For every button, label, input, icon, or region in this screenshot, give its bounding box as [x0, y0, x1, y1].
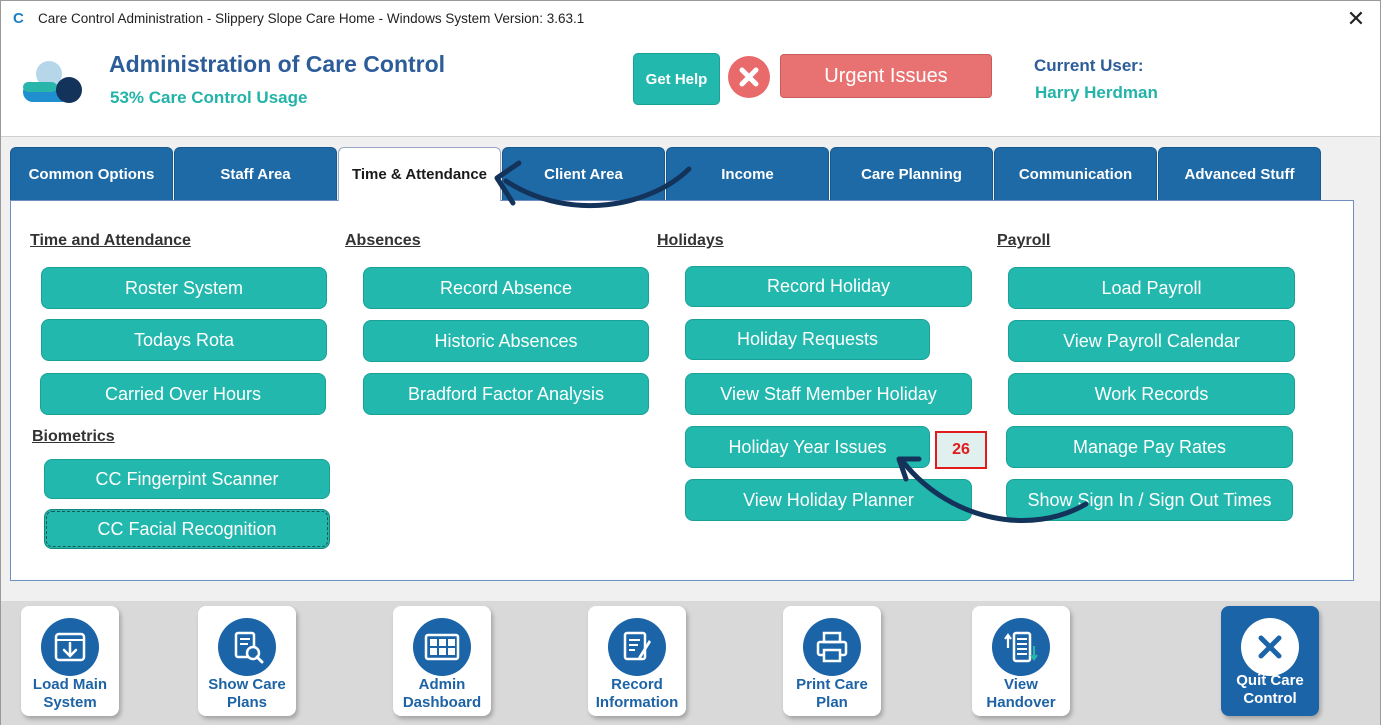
edit-document-icon — [608, 618, 666, 676]
manage-pay-rates-button[interactable]: Manage Pay Rates — [1006, 426, 1293, 468]
sign-in-out-times-button[interactable]: Show Sign In / Sign Out Times — [1006, 479, 1293, 521]
holiday-issues-count-badge: 26 — [935, 431, 987, 469]
app-window: C Care Control Administration - Slippery… — [0, 0, 1381, 725]
app-header: Administration of Care Control 53% Care … — [1, 38, 1380, 137]
facial-recognition-button[interactable]: CC Facial Recognition — [44, 509, 330, 549]
section-title-payroll: Payroll — [997, 232, 1051, 249]
view-payroll-calendar-button[interactable]: View Payroll Calendar — [1008, 320, 1295, 362]
printer-icon — [803, 618, 861, 676]
tool-label: Admin Dashboard — [402, 676, 482, 711]
page-title: Administration of Care Control — [109, 51, 446, 77]
tab-staff-area[interactable]: Staff Area — [174, 147, 337, 200]
tool-label: Quit Care Control — [1236, 672, 1304, 707]
load-payroll-button[interactable]: Load Payroll — [1008, 267, 1295, 309]
close-icon — [1241, 618, 1299, 676]
care-control-logo — [23, 61, 82, 103]
section-title-time-attendance: Time and Attendance — [30, 232, 191, 249]
carried-over-hours-button[interactable]: Carried Over Hours — [40, 373, 326, 415]
roster-system-button[interactable]: Roster System — [41, 267, 327, 309]
admin-dashboard-button[interactable]: Admin Dashboard — [393, 606, 491, 716]
print-care-plan-button[interactable]: Print Care Plan — [783, 606, 881, 716]
tab-care-planning[interactable]: Care Planning — [830, 147, 993, 200]
load-main-system-button[interactable]: Load Main System — [21, 606, 119, 716]
tool-label: Print Care Plan — [796, 676, 868, 711]
tab-advanced-stuff[interactable]: Advanced Stuff — [1158, 147, 1321, 200]
dashboard-icon — [413, 618, 471, 676]
tab-common-options[interactable]: Common Options — [10, 147, 173, 200]
current-user-label: Current User: — [1034, 56, 1144, 75]
section-title-absences: Absences — [345, 232, 421, 249]
bottom-toolbar: Load Main System Show Care Plans Admin Dash… — [1, 601, 1380, 725]
handover-list-icon — [992, 618, 1050, 676]
urgent-close-icon[interactable] — [728, 56, 770, 98]
view-handover-button[interactable]: View Handover — [972, 606, 1070, 716]
tool-label: Load Main System — [32, 676, 108, 711]
holiday-requests-button[interactable]: Holiday Requests — [685, 319, 930, 360]
section-title-holidays: Holidays — [657, 232, 724, 249]
show-care-plans-button[interactable]: Show Care Plans — [198, 606, 296, 716]
historic-absences-button[interactable]: Historic Absences — [363, 320, 649, 362]
tab-client-area[interactable]: Client Area — [502, 147, 665, 200]
section-title-biometrics: Biometrics — [32, 428, 115, 445]
record-absence-button[interactable]: Record Absence — [363, 267, 649, 309]
holiday-year-issues-button[interactable]: Holiday Year Issues — [685, 426, 930, 468]
current-user-name: Harry Herdman — [1035, 83, 1158, 102]
todays-rota-button[interactable]: Todays Rota — [41, 319, 327, 361]
work-records-button[interactable]: Work Records — [1008, 373, 1295, 415]
view-holiday-planner-button[interactable]: View Holiday Planner — [685, 479, 972, 521]
window-title: Care Control Administration - Slippery S… — [38, 11, 585, 26]
title-bar: C Care Control Administration - Slippery… — [1, 1, 1380, 38]
fingerprint-scanner-button[interactable]: CC Fingerpint Scanner — [44, 459, 330, 499]
tool-label: Record Information — [595, 676, 679, 711]
quit-care-control-button[interactable]: Quit Care Control — [1221, 606, 1319, 716]
download-icon — [41, 618, 99, 676]
tab-time-attendance[interactable]: Time & Attendance — [338, 147, 501, 201]
record-information-button[interactable]: Record Information — [588, 606, 686, 716]
record-holiday-button[interactable]: Record Holiday — [685, 266, 972, 307]
bradford-factor-button[interactable]: Bradford Factor Analysis — [363, 373, 649, 415]
document-search-icon — [218, 618, 276, 676]
usage-indicator: 53% Care Control Usage — [110, 88, 308, 107]
urgent-issues-button[interactable]: Urgent Issues — [780, 54, 992, 98]
close-window-button[interactable]: ✕ — [1342, 5, 1370, 33]
tool-label: View Handover — [986, 676, 1056, 711]
get-help-button[interactable]: Get Help — [633, 53, 720, 105]
tab-income[interactable]: Income — [666, 147, 829, 200]
tool-label: Show Care Plans — [208, 676, 286, 711]
tab-communication[interactable]: Communication — [994, 147, 1157, 200]
view-staff-holiday-button[interactable]: View Staff Member Holiday — [685, 373, 972, 415]
app-icon: C — [13, 10, 24, 27]
